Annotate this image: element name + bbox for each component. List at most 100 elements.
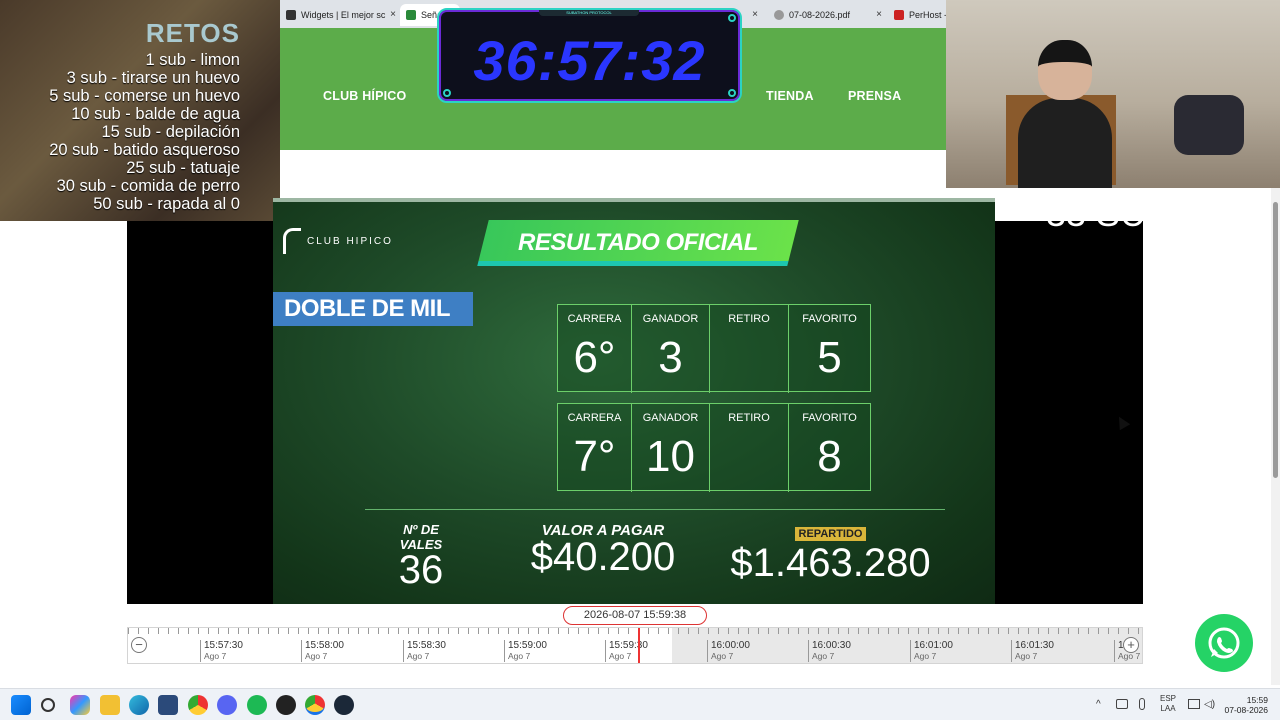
- ganador-header: GANADOR: [642, 412, 699, 424]
- whatsapp-button[interactable]: [1195, 614, 1253, 672]
- carrera-value: 7°: [573, 432, 616, 481]
- nav-tienda[interactable]: TIENDA: [766, 89, 814, 103]
- favorito-cell: FAVORITO 5: [789, 305, 870, 393]
- tab-favicon-icon: [286, 10, 296, 20]
- tab-label: PerHost -: [909, 10, 946, 20]
- reto-item: 25 sub - tatuaje: [126, 159, 240, 177]
- edge-icon[interactable]: [129, 695, 149, 715]
- race-result-table: CARRERA 7° GANADOR 10 RETIRO FAVORITO 8: [557, 403, 871, 492]
- ganador-cell: GANADOR 10: [632, 404, 710, 492]
- timer-corner-icon: [728, 14, 736, 22]
- stats-divider: [365, 509, 945, 510]
- windows-start-icon[interactable]: [11, 695, 31, 715]
- vales-stat: Nº DE VALES 36: [381, 522, 461, 593]
- timeline-mark: 15:59:30 Ago 7: [605, 640, 648, 662]
- windows-taskbar: ^ ESP LAA ◁) 15:59 07-08-2026: [0, 688, 1280, 720]
- taskbar-clock[interactable]: 15:59 07-08-2026: [1225, 695, 1268, 715]
- clock-time: 15:59: [1246, 695, 1268, 705]
- zoom-in-icon[interactable]: +: [1123, 637, 1139, 653]
- reto-item: 20 sub - batido asqueroso: [49, 141, 240, 159]
- club-hipico-logo: CLUB HIPICO: [283, 228, 393, 254]
- timeline-mark: 15:57:30 Ago 7: [200, 640, 243, 662]
- copilot-icon[interactable]: [70, 695, 90, 715]
- current-timestamp: 2026-08-07 15:59:38: [563, 606, 707, 625]
- reto-item: 15 sub - depilación: [101, 123, 240, 141]
- screen: Widgets | El mejor sc × Señal × 07-08-20…: [0, 0, 1280, 720]
- zoom-out-icon[interactable]: −: [131, 637, 147, 653]
- timeline-mark: 16:00:00 Ago 7: [707, 640, 750, 662]
- timeline-ticks: [128, 628, 1142, 634]
- microphone-icon[interactable]: [1139, 698, 1145, 710]
- app-icon[interactable]: [276, 695, 296, 715]
- scrollbar-thumb[interactable]: [1273, 202, 1278, 478]
- ganador-cell: GANADOR 3: [632, 305, 710, 393]
- retos-title: RETOS: [145, 18, 240, 48]
- retiro-cell: RETIRO: [710, 305, 789, 393]
- discord-icon[interactable]: [217, 695, 237, 715]
- tray-overflow-icon[interactable]: ^: [1096, 699, 1101, 720]
- ganador-value: 10: [646, 432, 695, 481]
- volume-icon[interactable]: ◁): [1204, 699, 1215, 720]
- retos-panel: RETOS 1 sub - limon 3 sub - tirarse un h…: [0, 0, 280, 221]
- reto-item: 5 sub - comerse un huevo: [49, 87, 240, 105]
- sub-counter-overlay: 33 SU: [1046, 193, 1147, 234]
- network-icon[interactable]: [1116, 699, 1128, 709]
- page-scrollbar[interactable]: [1271, 188, 1280, 685]
- store-icon[interactable]: [158, 695, 178, 715]
- language-indicator[interactable]: ESP LAA: [1160, 694, 1176, 720]
- ganador-header: GANADOR: [642, 313, 699, 325]
- carrera-value: 6°: [573, 333, 616, 382]
- chrome-icon[interactable]: [188, 695, 208, 715]
- timeline-mark: 15:58:00 Ago 7: [301, 640, 344, 662]
- display-icon[interactable]: [1188, 699, 1200, 709]
- timer-corner-icon: [443, 89, 451, 97]
- timeline-mark: 16:00:30 Ago 7: [808, 640, 851, 662]
- subathon-timer: SUBATHON PROTOCOL 36:57:32: [437, 8, 742, 103]
- carrera-header: CARRERA: [567, 412, 622, 424]
- tab-close-icon[interactable]: ×: [752, 9, 758, 20]
- repartido-stat: REPARTIDO $1.463.280: [718, 524, 943, 586]
- tab-close-icon[interactable]: ×: [876, 9, 882, 20]
- file-explorer-icon[interactable]: [100, 695, 120, 715]
- spotify-icon[interactable]: [247, 695, 267, 715]
- tab-perhost[interactable]: PerHost -: [888, 4, 946, 26]
- search-icon[interactable]: [41, 698, 55, 712]
- race-result-table: CARRERA 6° GANADOR 3 RETIRO FAVORITO 5: [557, 304, 871, 393]
- webcam-person-head: [1038, 40, 1092, 100]
- reto-item: 1 sub - limon: [145, 51, 240, 69]
- tab-favicon-icon: [774, 10, 784, 20]
- timeline-mark: 15:58:30 Ago 7: [403, 640, 446, 662]
- tab-close-icon[interactable]: ×: [390, 9, 396, 20]
- result-banner-text: RESULTADO OFICIAL: [518, 229, 758, 256]
- retiro-cell: RETIRO: [710, 404, 789, 492]
- reto-item: 3 sub - tirarse un huevo: [66, 69, 240, 87]
- reto-item: 10 sub - balde de agua: [71, 105, 240, 123]
- timeline-playhead[interactable]: [638, 628, 640, 663]
- reto-item: 50 sub - rapada al 0: [93, 195, 240, 213]
- carrera-header: CARRERA: [567, 313, 622, 325]
- favorito-cell: FAVORITO 8: [789, 404, 870, 492]
- tab-label: Widgets | El mejor sc: [301, 10, 386, 20]
- steam-icon[interactable]: [334, 695, 354, 715]
- repartido-value: $1.463.280: [730, 541, 931, 585]
- tab-favicon-icon: [406, 10, 416, 20]
- graphic-top-stripe: [273, 198, 995, 202]
- favorito-value: 8: [817, 432, 842, 481]
- chrome-profile-icon[interactable]: [305, 695, 325, 715]
- tab-widgets[interactable]: Widgets | El mejor sc ×: [280, 4, 400, 26]
- horse-logo-icon: [283, 228, 301, 254]
- nav-prensa[interactable]: PRENSA: [848, 89, 901, 103]
- tab-pdf[interactable]: 07-08-2026.pdf ×: [768, 4, 886, 26]
- vales-value: 36: [398, 548, 444, 592]
- nav-club-hipico[interactable]: CLUB HÍPICO: [323, 89, 406, 103]
- carrera-cell: CARRERA 7°: [558, 404, 632, 492]
- playback-timeline[interactable]: 15:57:30 Ago 7 15:58:00 Ago 7 15:58:30 Ago …: [127, 627, 1143, 664]
- bet-type-label: DOBLE DE MIL: [273, 292, 473, 326]
- timeline-mark: 15:59:00 Ago 7: [504, 640, 547, 662]
- timer-value: 36:57:32: [473, 29, 706, 92]
- timer-caption: SUBATHON PROTOCOL: [539, 10, 639, 16]
- favorito-header: FAVORITO: [802, 313, 857, 325]
- pagar-stat: VALOR A PAGAR $40.200: [513, 522, 693, 580]
- tab-hidden[interactable]: ×: [740, 4, 764, 26]
- timeline-mark: 16:01:30 Ago 7: [1011, 640, 1054, 662]
